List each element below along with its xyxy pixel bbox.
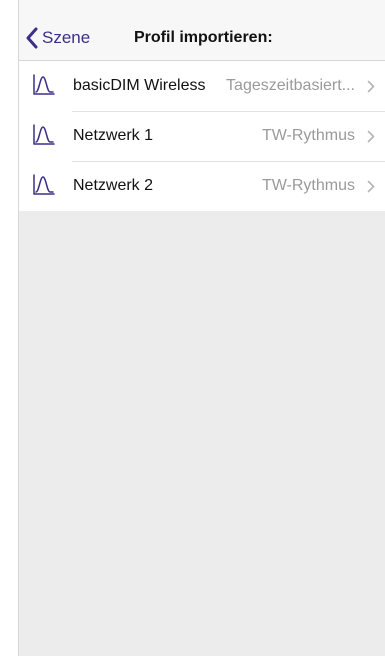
profile-row[interactable]: basicDIM Wireless Tageszeitbasiert...: [19, 61, 385, 111]
import-profile-screen: Szene Profil importieren: basicDIM Wirel…: [19, 0, 385, 656]
profile-list: basicDIM Wireless Tageszeitbasiert... Ne…: [19, 61, 385, 211]
profile-detail: TW-Rythmus: [261, 177, 355, 194]
back-button[interactable]: Szene: [25, 24, 90, 52]
screen-left-edge: [0, 0, 19, 656]
profile-curve-icon: [32, 124, 56, 146]
profile-detail: Tageszeitbasiert...: [226, 77, 355, 94]
chevron-right-icon: [367, 180, 375, 193]
profile-name: basicDIM Wireless: [73, 77, 206, 94]
profile-name: Netzwerk 2: [73, 177, 154, 194]
back-button-label: Szene: [42, 28, 91, 47]
profile-name: Netzwerk 1: [73, 127, 154, 144]
page-title: Profil importieren:: [134, 29, 273, 46]
chevron-left-icon: [26, 27, 38, 49]
profile-row[interactable]: Netzwerk 2 TW-Rythmus: [19, 161, 385, 211]
profile-curve-icon: [32, 174, 56, 196]
chevron-right-icon: [367, 130, 375, 143]
profile-row[interactable]: Netzwerk 1 TW-Rythmus: [19, 111, 385, 161]
empty-list-background: [19, 211, 385, 656]
chevron-right-icon: [367, 80, 375, 93]
profile-detail: TW-Rythmus: [261, 127, 355, 144]
profile-curve-icon: [32, 74, 56, 96]
navigation-bar: Szene Profil importieren:: [19, 0, 385, 61]
